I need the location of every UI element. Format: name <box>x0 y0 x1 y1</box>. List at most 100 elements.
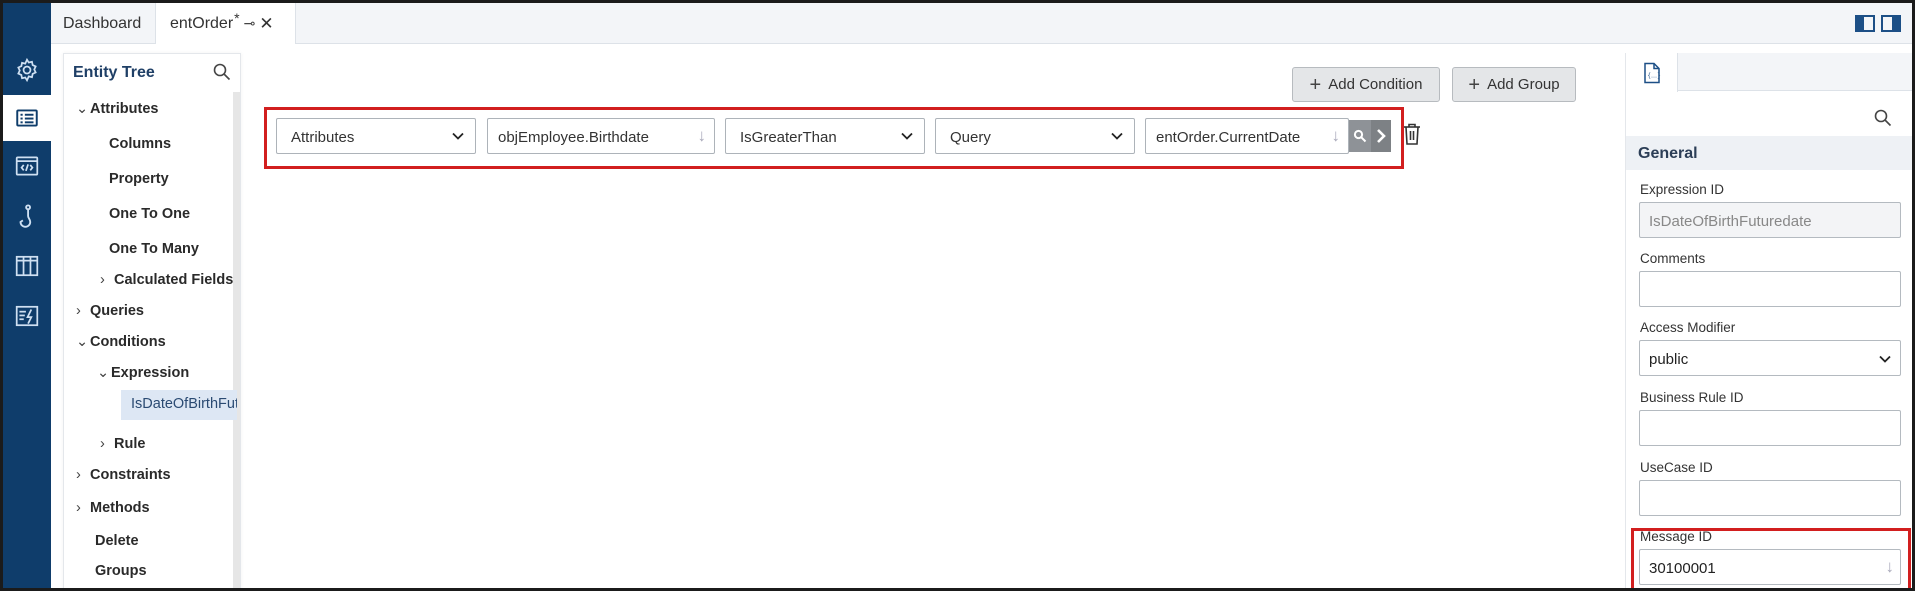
tab-dashboard[interactable]: Dashboard <box>51 3 156 44</box>
chevron-right-icon[interactable]: › <box>76 467 90 483</box>
plus-icon: + <box>1309 73 1322 96</box>
navigate-button[interactable] <box>1371 120 1391 152</box>
usecase-id-label: UseCase ID <box>1640 460 1713 475</box>
lookup-button[interactable] <box>1349 120 1371 152</box>
rail-entity[interactable] <box>3 95 51 141</box>
entity-tree-title: Entity Tree <box>73 64 155 81</box>
chevron-down-icon[interactable]: ⌄ <box>76 101 90 117</box>
chevron-right-icon[interactable]: › <box>76 500 90 516</box>
tree-node-conditions[interactable]: ⌄ Conditions <box>76 334 166 350</box>
chevron-right-icon[interactable]: › <box>100 436 114 452</box>
tree-node-columns[interactable]: Columns <box>109 136 171 152</box>
tree-node-attributes[interactable]: ⌄ Attributes <box>76 101 158 117</box>
rail-settings[interactable] <box>3 47 51 93</box>
tree-node-one-to-one[interactable]: One To One <box>109 206 190 222</box>
rail-hooks[interactable] <box>3 193 51 239</box>
business-rule-id-field[interactable] <box>1639 410 1901 446</box>
tree-node-one-to-many[interactable]: One To Many <box>109 241 199 257</box>
toggle-right-panel-icon[interactable] <box>1881 15 1901 32</box>
search-icon[interactable] <box>212 62 232 82</box>
chevron-down-icon <box>452 132 464 140</box>
tree-node-label: Queries <box>90 303 144 319</box>
delete-icon[interactable] <box>1402 122 1422 146</box>
usecase-id-field[interactable] <box>1639 480 1901 516</box>
chevron-right-icon[interactable]: › <box>100 272 114 288</box>
access-modifier-label: Access Modifier <box>1640 320 1736 335</box>
tree-node-label: Conditions <box>90 334 166 350</box>
plus-icon: + <box>1468 73 1481 96</box>
left-operand-field[interactable]: objEmployee.Birthdate ↓ <box>487 118 715 154</box>
access-modifier-value: public <box>1649 351 1689 368</box>
add-condition-button[interactable]: + Add Condition <box>1292 67 1440 102</box>
section-general: General <box>1626 136 1912 170</box>
expression-id-field[interactable]: IsDateOfBirthFuturedate <box>1639 202 1901 238</box>
chevron-right-icon <box>1377 129 1386 143</box>
chevron-right-icon[interactable]: › <box>76 303 90 319</box>
left-operand-value: objEmployee.Birthdate <box>498 129 649 146</box>
toggle-left-panel-icon[interactable] <box>1855 15 1875 32</box>
rail-code[interactable] <box>3 143 51 189</box>
tab-expression-properties[interactable]: {…} <box>1626 53 1678 92</box>
right-type-select[interactable]: Query <box>935 118 1135 154</box>
expression-file-icon: {…} <box>1643 62 1661 83</box>
left-icon-rail <box>3 3 51 588</box>
tab-entorder-label: entOrder <box>170 14 234 32</box>
tree-node-label: Constraints <box>90 467 171 483</box>
tree-node-selected-expression[interactable]: IsDateOfBirthFuturedate <box>121 390 237 420</box>
tree-node-groups[interactable]: Groups <box>95 563 147 579</box>
rail-rules[interactable] <box>3 293 51 339</box>
chevron-down-icon[interactable]: ⌄ <box>97 365 111 381</box>
entity-list-icon <box>16 109 38 127</box>
tree-node-rule[interactable]: › Rule <box>100 436 145 452</box>
source-type-value: Attributes <box>291 129 355 146</box>
source-type-select[interactable]: Attributes <box>276 118 476 154</box>
app-window: Dashboard entOrder * ⊸ ✕ Entity Tree ⌄ Attri… <box>0 0 1915 591</box>
layout-toggles <box>1855 15 1901 32</box>
properties-tab-bar: {…} <box>1626 53 1912 92</box>
tab-entorder[interactable]: entOrder * ⊸ ✕ <box>156 3 296 44</box>
rail-columns[interactable] <box>3 243 51 289</box>
message-id-highlight <box>1631 528 1911 588</box>
add-group-button[interactable]: + Add Group <box>1452 67 1576 102</box>
comments-field[interactable] <box>1639 271 1901 307</box>
pin-icon[interactable]: ⊸ <box>244 15 256 32</box>
right-operand-field[interactable]: entOrder.CurrentDate ↓ <box>1145 118 1349 154</box>
tree-node-property[interactable]: Property <box>109 171 169 187</box>
tree-node-label: Methods <box>90 500 150 516</box>
tree-node-expression[interactable]: ⌄ Expression <box>97 365 189 381</box>
search-icon[interactable] <box>1873 108 1893 128</box>
chevron-down-icon <box>1879 355 1891 363</box>
tree-scrollbar[interactable] <box>233 92 240 588</box>
modified-marker: * <box>234 9 240 26</box>
tree-node-label: Expression <box>111 365 190 381</box>
tree-node-label: Calculated Fields <box>114 272 234 288</box>
chevron-down-icon <box>1111 132 1123 140</box>
sort-arrow-icon: ↓ <box>1331 126 1341 145</box>
tree-node-label: Attributes <box>90 101 159 117</box>
close-tab-icon[interactable]: ✕ <box>259 14 273 34</box>
tree-node-constraints[interactable]: › Constraints <box>76 467 171 483</box>
tab-bar: Dashboard entOrder * ⊸ ✕ <box>51 3 1912 44</box>
right-operand-value: entOrder.CurrentDate <box>1156 129 1301 146</box>
rule-icon <box>15 305 39 327</box>
expression-id-label: Expression ID <box>1640 182 1725 197</box>
tree-node-calculated-fields[interactable]: › Calculated Fields <box>100 272 233 288</box>
comments-label: Comments <box>1640 251 1706 266</box>
gear-icon <box>17 57 37 83</box>
columns-icon <box>15 255 39 277</box>
tree-node-methods[interactable]: › Methods <box>76 500 150 516</box>
operator-value: IsGreaterThan <box>740 129 837 146</box>
business-rule-id-label: Business Rule ID <box>1640 390 1744 405</box>
chevron-down-icon[interactable]: ⌄ <box>76 334 90 350</box>
access-modifier-select[interactable]: public <box>1639 340 1901 376</box>
hook-icon <box>19 204 32 228</box>
add-group-label: Add Group <box>1487 76 1560 93</box>
tree-node-delete[interactable]: Delete <box>95 533 139 549</box>
right-type-value: Query <box>950 129 991 146</box>
operator-select[interactable]: IsGreaterThan <box>725 118 925 154</box>
search-icon <box>1353 129 1367 143</box>
code-icon <box>15 156 39 176</box>
tree-node-label: Rule <box>114 436 146 452</box>
properties-panel: {…} General Expression ID IsDateOfBirthF… <box>1625 53 1912 588</box>
tree-node-queries[interactable]: › Queries <box>76 303 144 319</box>
